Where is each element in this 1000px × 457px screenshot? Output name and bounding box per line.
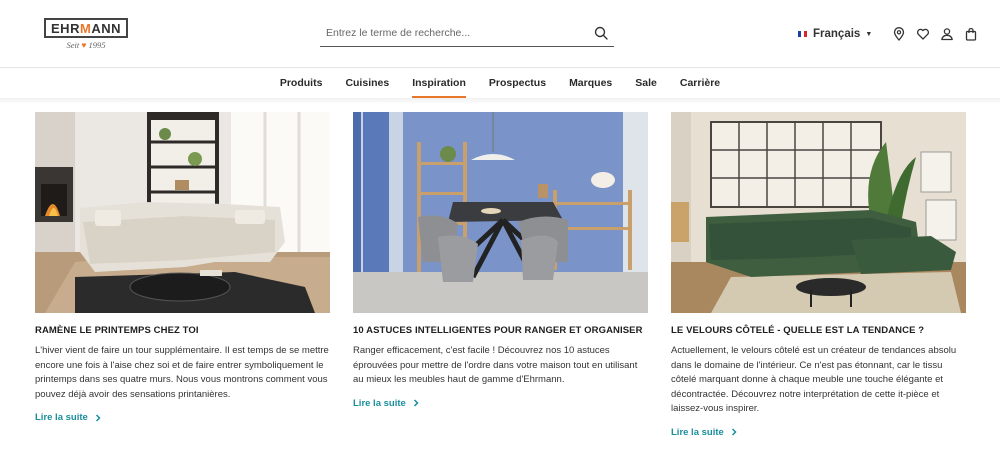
- chevron-right-icon: [731, 428, 737, 436]
- article-card: LE VELOURS CÔTELÉ - QUELLE EST LA TENDAN…: [671, 112, 966, 440]
- read-more-label: Lire la suite: [35, 412, 88, 423]
- logo-tagline: Seit ♥ 1995: [66, 40, 106, 50]
- user-icon[interactable]: [940, 27, 954, 41]
- article-text: L'hiver vient de faire un tour supplémen…: [35, 345, 329, 400]
- article-text: Ranger efficacement, c'est facile ! Déco…: [353, 345, 638, 385]
- nav-item-sale[interactable]: Sale: [635, 68, 657, 98]
- nav-item-prospectus[interactable]: Prospectus: [489, 68, 546, 98]
- article-title[interactable]: 10 ASTUCES INTELLIGENTES POUR RANGER ET …: [353, 325, 648, 336]
- read-more-link[interactable]: Lire la suite: [671, 427, 738, 438]
- nav-item-produits[interactable]: Produits: [280, 68, 323, 98]
- article-image-living-room-beige-sofa[interactable]: [35, 112, 330, 313]
- nav-divider: [0, 98, 1000, 104]
- article-title[interactable]: LE VELOURS CÔTELÉ - QUELLE EST LA TENDAN…: [671, 325, 966, 336]
- language-selector[interactable]: Français ▼: [798, 28, 872, 40]
- search-icon[interactable]: [594, 26, 608, 40]
- chevron-right-icon: [95, 413, 101, 422]
- ehrmann-logo[interactable]: EHR M ANN Seit ♥ 1995: [44, 18, 128, 50]
- article-card: RAMÈNE LE PRINTEMPS CHEZ TOI L'hiver vie…: [35, 112, 330, 425]
- france-flag-icon: [798, 31, 807, 37]
- heart-icon[interactable]: [916, 27, 930, 41]
- main-navigation: Produits Cuisines Inspiration Prospectus…: [0, 68, 1000, 98]
- location-pin-icon[interactable]: [892, 27, 906, 41]
- chevron-right-icon: [413, 399, 419, 407]
- article-image-green-velvet-sofa[interactable]: [671, 112, 966, 313]
- article-title[interactable]: RAMÈNE LE PRINTEMPS CHEZ TOI: [35, 325, 330, 336]
- nav-item-cuisines[interactable]: Cuisines: [345, 68, 389, 98]
- search-input[interactable]: [320, 27, 580, 39]
- site-header: EHRMANN Seit ♥ 1995 Français ▼: [0, 0, 1000, 68]
- caret-down-icon: ▼: [865, 30, 873, 38]
- heart-icon: ♥: [81, 40, 87, 50]
- nav-item-carriere[interactable]: Carrière: [680, 68, 720, 98]
- article-text: Actuellement, le velours côtelé est un c…: [671, 345, 957, 414]
- read-more-link[interactable]: Lire la suite: [353, 398, 420, 409]
- nav-item-marques[interactable]: Marques: [569, 68, 612, 98]
- language-label: Français: [813, 28, 861, 40]
- read-more-label: Lire la suite: [353, 397, 406, 409]
- utility-bar: Français ▼: [798, 24, 978, 44]
- article-image-dining-room-blue-wall[interactable]: [353, 112, 648, 313]
- nav-item-inspiration[interactable]: Inspiration: [412, 68, 466, 98]
- article-card: 10 ASTUCES INTELLIGENTES POUR RANGER ET …: [353, 112, 648, 411]
- search-bar: [320, 20, 614, 47]
- read-more-label: Lire la suite: [671, 426, 724, 438]
- shopping-bag-icon[interactable]: [964, 27, 978, 41]
- logo-wordmark: EHR M ANN: [44, 18, 128, 38]
- read-more-link[interactable]: Lire la suite: [35, 412, 102, 423]
